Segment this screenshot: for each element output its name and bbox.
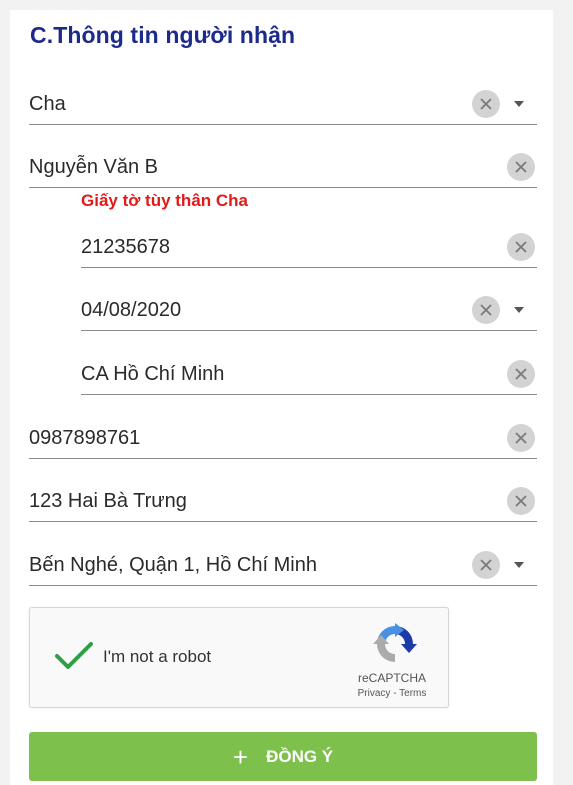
clear-icon[interactable] xyxy=(472,90,500,118)
chevron-down-icon[interactable] xyxy=(514,562,524,568)
relation-value: Cha xyxy=(29,93,66,115)
chevron-down-icon[interactable] xyxy=(514,307,524,313)
issue-date-select[interactable]: 04/08/2020 xyxy=(81,291,537,331)
clear-icon[interactable] xyxy=(472,296,500,324)
area-value: Bến Nghé, Quận 1, Hồ Chí Minh xyxy=(29,554,317,576)
recipient-info-card: C.Thông tin người nhận Cha Nguyễn Văn B … xyxy=(10,10,553,785)
recaptcha-logo-icon xyxy=(373,623,417,670)
id-document-subhead: Giấy tờ tùy thân Cha xyxy=(81,191,248,210)
id-number-value: 21235678 xyxy=(81,236,170,258)
recaptcha-privacy-terms-link[interactable]: Privacy - Terms xyxy=(346,688,438,699)
agree-button[interactable]: + ĐỒNG Ý xyxy=(29,732,537,781)
recaptcha-label: I'm not a robot xyxy=(103,647,212,666)
id-number-field[interactable]: 21235678 xyxy=(81,228,537,268)
full-name-value: Nguyễn Văn B xyxy=(29,156,158,178)
relation-select[interactable]: Cha xyxy=(29,85,537,125)
agree-button-label: ĐỒNG Ý xyxy=(266,746,334,766)
phone-value: 0987898761 xyxy=(29,427,141,449)
phone-field[interactable]: 0987898761 xyxy=(29,419,537,459)
full-name-field[interactable]: Nguyễn Văn B xyxy=(29,148,537,188)
clear-icon[interactable] xyxy=(507,424,535,452)
recaptcha-widget: I'm not a robot reCAPTCHA Privacy - Term… xyxy=(29,607,449,708)
issue-date-value: 04/08/2020 xyxy=(81,299,182,321)
address-field[interactable]: 123 Hai Bà Trưng xyxy=(29,482,537,522)
issue-place-value: CA Hồ Chí Minh xyxy=(81,363,225,385)
area-select[interactable]: Bến Nghé, Quận 1, Hồ Chí Minh xyxy=(29,546,537,586)
section-title: C.Thông tin người nhận xyxy=(30,22,296,48)
clear-icon[interactable] xyxy=(507,233,535,261)
clear-icon[interactable] xyxy=(507,360,535,388)
recaptcha-brand: reCAPTCHA xyxy=(357,671,426,685)
recaptcha-checkbox[interactable] xyxy=(54,641,94,676)
address-value: 123 Hai Bà Trưng xyxy=(29,490,187,512)
clear-icon[interactable] xyxy=(507,487,535,515)
issue-place-field[interactable]: CA Hồ Chí Minh xyxy=(81,355,537,395)
chevron-down-icon[interactable] xyxy=(514,101,524,107)
plus-icon: + xyxy=(232,741,249,772)
clear-icon[interactable] xyxy=(507,153,535,181)
clear-icon[interactable] xyxy=(472,551,500,579)
